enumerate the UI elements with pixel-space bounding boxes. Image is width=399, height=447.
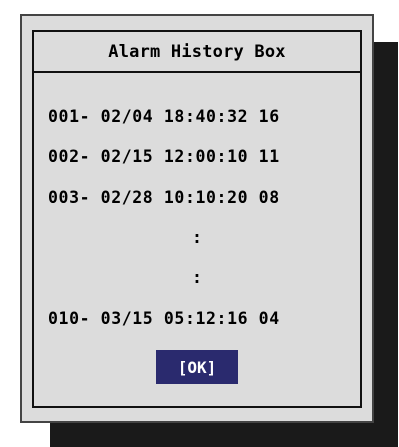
alarm-entry: 002- 02/15 12:00:10 11: [48, 147, 280, 166]
dialog-title-bar: Alarm History Box: [32, 30, 362, 71]
alarm-history-list: 001- 02/04 18:40:32 16 002- 02/15 12:00:…: [32, 71, 362, 408]
ok-button[interactable]: [OK]: [156, 350, 238, 384]
list-ellipsis: :: [192, 228, 202, 247]
alarm-entry: 001- 02/04 18:40:32 16: [48, 107, 280, 126]
alarm-history-dialog: Alarm History Box 001- 02/04 18:40:32 16…: [20, 14, 374, 423]
alarm-entry: 010- 03/15 05:12:16 04: [48, 309, 280, 328]
list-ellipsis: :: [192, 268, 202, 287]
screen: Alarm History Box 001- 02/04 18:40:32 16…: [0, 0, 399, 447]
alarm-entry: 003- 02/28 10:10:20 08: [48, 188, 280, 207]
dialog-title: Alarm History Box: [108, 41, 286, 62]
